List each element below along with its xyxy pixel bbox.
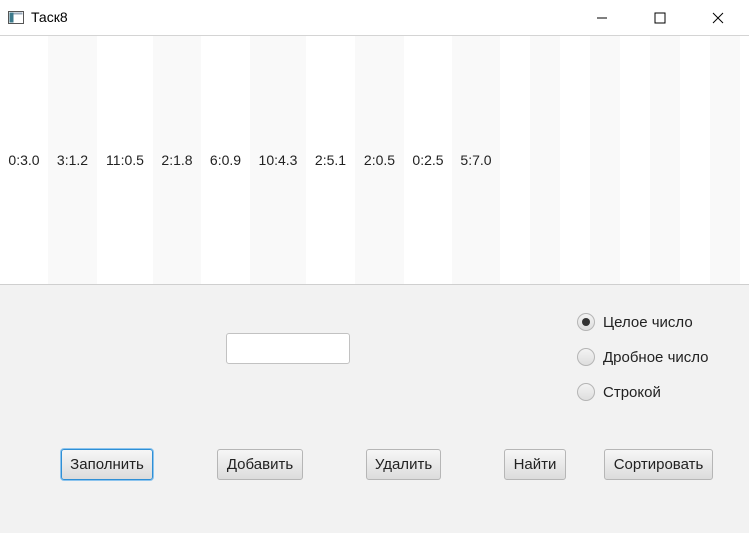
radio-button-circle[interactable] xyxy=(577,383,595,401)
radio-button-circle[interactable] xyxy=(577,313,595,331)
close-icon xyxy=(712,12,724,23)
sort-button[interactable]: Сортировать xyxy=(604,449,713,480)
list-item[interactable]: 5:7.0 xyxy=(452,36,500,284)
close-button[interactable] xyxy=(689,0,747,35)
add-button[interactable]: Добавить xyxy=(217,449,303,480)
list-item[interactable]: 0:2.5 xyxy=(404,36,452,284)
radio-decimal-label: Дробное число xyxy=(603,348,709,366)
list-empty-cell[interactable] xyxy=(680,36,710,284)
radio-integer-label: Целое число xyxy=(603,313,693,331)
list-item-label: 3:1.2 xyxy=(56,151,89,168)
radio-string-label: Строкой xyxy=(603,383,661,401)
list-item[interactable]: 2:1.8 xyxy=(153,36,201,284)
list-item[interactable]: 2:5.1 xyxy=(306,36,355,284)
title-bar: Таск8 xyxy=(0,0,749,36)
list-empty-cell[interactable] xyxy=(620,36,650,284)
list-item-label: 5:7.0 xyxy=(460,151,492,168)
list-item-label: 2:0.5 xyxy=(363,151,396,168)
list-empty-cell[interactable] xyxy=(650,36,680,284)
fill-button[interactable]: Заполнить xyxy=(61,449,153,480)
value-input[interactable] xyxy=(226,333,350,364)
horizontal-list-view[interactable]: 0:3.0 3:1.2 11:0.5 2:1.8 6:0.9 10:4.3 2:5.1 2:0… xyxy=(0,36,749,285)
radio-button-circle[interactable] xyxy=(577,348,595,366)
list-item-label: 10:4.3 xyxy=(258,151,298,168)
radio-selected-dot xyxy=(582,318,590,326)
list-item[interactable]: 10:4.3 xyxy=(250,36,306,284)
minimize-button[interactable] xyxy=(573,0,631,35)
list-item-label: 2:5.1 xyxy=(314,151,347,168)
list-item-label: 2:1.8 xyxy=(161,151,193,168)
list-item[interactable]: 3:1.2 xyxy=(48,36,97,284)
list-item-label: 0:2.5 xyxy=(412,151,444,168)
maximize-icon xyxy=(654,12,666,23)
radio-string[interactable]: Строкой xyxy=(577,381,661,403)
find-button[interactable]: Найти xyxy=(504,449,566,480)
list-item[interactable]: 2:0.5 xyxy=(355,36,404,284)
list-empty-cell[interactable] xyxy=(530,36,560,284)
list-item[interactable]: 6:0.9 xyxy=(201,36,250,284)
radio-integer[interactable]: Целое число xyxy=(577,311,693,333)
list-item-label: 11:0.5 xyxy=(106,151,144,168)
list-item[interactable]: 0:3.0 xyxy=(0,36,48,284)
delete-button[interactable]: Удалить xyxy=(366,449,441,480)
maximize-button[interactable] xyxy=(631,0,689,35)
list-item-label: 0:3.0 xyxy=(8,151,40,168)
list-empty-cell[interactable] xyxy=(500,36,530,284)
list-empty-cell[interactable] xyxy=(560,36,590,284)
list-item[interactable]: 11:0.5 xyxy=(97,36,153,284)
window-title: Таск8 xyxy=(31,9,68,25)
minimize-icon xyxy=(597,17,607,18)
java-app-icon xyxy=(8,11,24,24)
list-empty-cell[interactable] xyxy=(590,36,620,284)
list-empty-cell[interactable] xyxy=(710,36,740,284)
radio-decimal[interactable]: Дробное число xyxy=(577,346,709,368)
list-item-label: 6:0.9 xyxy=(209,151,242,168)
